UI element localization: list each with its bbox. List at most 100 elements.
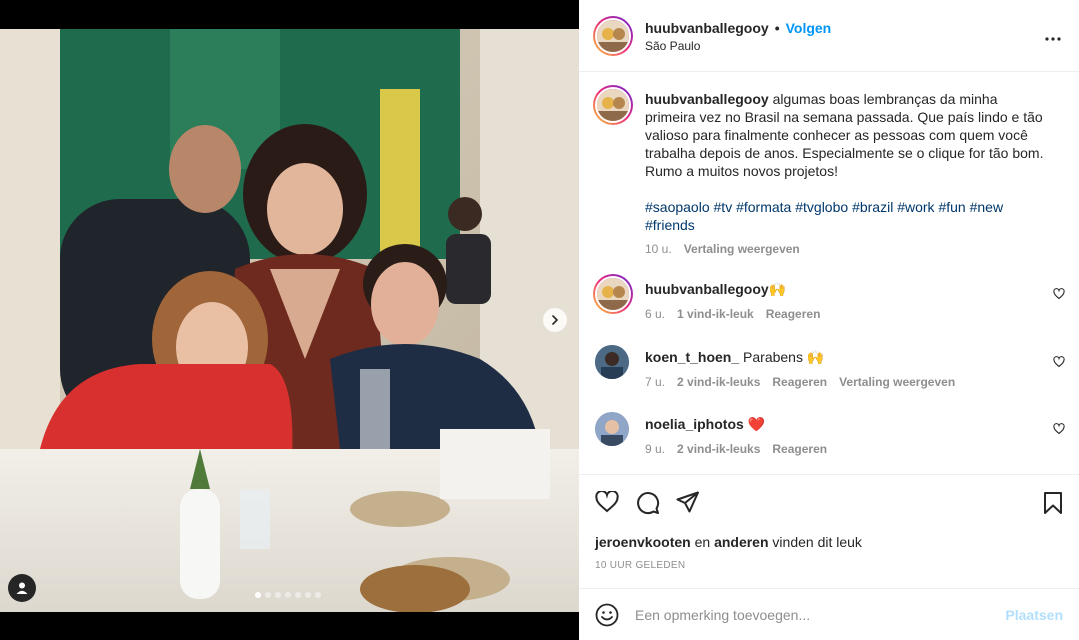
caption-meta: 10 u. Vertaling weergeven bbox=[645, 240, 1045, 258]
likes-suffix: vinden dit leuk bbox=[772, 534, 862, 550]
likes-others-link[interactable]: anderen bbox=[714, 534, 768, 550]
post-photo bbox=[0, 29, 579, 612]
post-date[interactable]: 10 UUR GELEDEN bbox=[595, 560, 685, 571]
commenter-avatar[interactable] bbox=[595, 345, 629, 379]
comment-text: 🙌 bbox=[768, 281, 787, 297]
hashtag-link[interactable]: #brazil bbox=[852, 199, 893, 215]
reply-button[interactable]: Reageren bbox=[772, 373, 827, 391]
comment-username[interactable]: noelia_iphotos bbox=[645, 416, 744, 432]
follow-button[interactable]: Volgen bbox=[786, 20, 832, 36]
comment-text: Parabens 🙌 bbox=[743, 349, 825, 365]
user-tag-icon bbox=[16, 582, 28, 594]
carousel-dot bbox=[285, 592, 291, 598]
comment-body: huubvanballegooy🙌 6 u. 1 vind-ik-leuk Re… bbox=[645, 280, 1035, 323]
carousel-dot bbox=[255, 592, 261, 598]
comment-likes[interactable]: 1 vind-ik-leuk bbox=[677, 305, 754, 323]
comment-input[interactable] bbox=[635, 599, 1005, 631]
comment-username[interactable]: koen_t_hoen_ bbox=[645, 349, 739, 365]
comment-like-button[interactable] bbox=[1053, 287, 1065, 303]
heart-icon bbox=[1053, 356, 1065, 368]
carousel-dot bbox=[265, 592, 271, 598]
hashtag-link[interactable]: #new bbox=[970, 199, 1003, 215]
reply-button[interactable]: Reageren bbox=[772, 440, 827, 458]
caption-username[interactable]: huubvanballegooy bbox=[645, 91, 769, 107]
comment-likes[interactable]: 2 vind-ik-leuks bbox=[677, 440, 760, 458]
photo-image bbox=[0, 29, 579, 612]
carousel-indicator bbox=[255, 592, 321, 598]
carousel-dot bbox=[295, 592, 301, 598]
more-icon bbox=[1045, 37, 1061, 41]
post-caption: huubvanballegooy algumas boas lembranças… bbox=[645, 90, 1045, 258]
hashtag-link[interactable]: #fun bbox=[938, 199, 965, 215]
liker-username[interactable]: jeroenvkooten bbox=[595, 534, 691, 550]
comment-time[interactable]: 9 u. bbox=[645, 440, 665, 458]
hashtag-list: #saopaolo #tv #formata #tvglobo #brazil … bbox=[645, 198, 1045, 234]
avatar-image bbox=[597, 89, 629, 121]
more-options-button[interactable] bbox=[1045, 28, 1061, 44]
caption-avatar[interactable] bbox=[593, 85, 633, 125]
hashtag-link[interactable]: #saopaolo bbox=[645, 199, 710, 215]
comment-body: noelia_iphotos ❤️ 9 u. 2 vind-ik-leuks R… bbox=[645, 415, 1035, 458]
emoji-button[interactable] bbox=[595, 603, 619, 630]
likes-summary: jeroenvkooten en anderen vinden dit leuk bbox=[595, 534, 862, 550]
comment-item: huubvanballegooy🙌 6 u. 1 vind-ik-leuk Re… bbox=[579, 274, 1079, 334]
author-username[interactable]: huubvanballegooy bbox=[645, 20, 769, 36]
comment-icon bbox=[637, 492, 660, 515]
avatar-image bbox=[597, 20, 629, 52]
post-media bbox=[0, 0, 579, 640]
heart-icon bbox=[1053, 288, 1065, 300]
hashtag-link[interactable]: #tvglobo bbox=[795, 199, 848, 215]
separator-dot: • bbox=[774, 20, 780, 36]
comment-username[interactable]: huubvanballegooy bbox=[645, 281, 769, 297]
commenter-avatar[interactable] bbox=[593, 274, 633, 314]
heart-icon bbox=[1053, 423, 1065, 435]
hashtag-link[interactable]: #formata bbox=[736, 199, 791, 215]
bookmark-icon bbox=[1044, 492, 1062, 514]
avatar-image bbox=[595, 412, 629, 446]
carousel-dot bbox=[305, 592, 311, 598]
comment-item: koen_t_hoen_ Parabens 🙌 7 u. 2 vind-ik-l… bbox=[579, 342, 1079, 402]
comment-time[interactable]: 6 u. bbox=[645, 305, 665, 323]
user-tags-button[interactable] bbox=[8, 574, 36, 602]
comment-time[interactable]: 7 u. bbox=[645, 373, 665, 391]
carousel-dot bbox=[275, 592, 281, 598]
save-button[interactable] bbox=[1043, 491, 1063, 518]
emoji-icon bbox=[595, 603, 619, 627]
reply-button[interactable]: Reageren bbox=[766, 305, 821, 323]
avatar-image bbox=[595, 345, 629, 379]
comment-likes[interactable]: 2 vind-ik-leuks bbox=[677, 373, 760, 391]
post-header: huubvanballegooy • Volgen São Paulo bbox=[579, 0, 1079, 72]
post-location[interactable]: São Paulo bbox=[645, 39, 700, 53]
comment-item: noelia_iphotos ❤️ 9 u. 2 vind-ik-leuks R… bbox=[579, 409, 1079, 469]
comments-list[interactable]: huubvanballegooy algumas boas lembranças… bbox=[579, 72, 1079, 474]
like-button[interactable] bbox=[595, 489, 619, 516]
commenter-avatar[interactable] bbox=[595, 412, 629, 446]
share-icon bbox=[676, 491, 699, 513]
header-user-line: huubvanballegooy • Volgen bbox=[645, 20, 831, 36]
translate-link[interactable]: Vertaling weergeven bbox=[684, 240, 800, 258]
caption-time[interactable]: 10 u. bbox=[645, 240, 672, 258]
comment-body: koen_t_hoen_ Parabens 🙌 7 u. 2 vind-ik-l… bbox=[645, 348, 1035, 391]
carousel-dot bbox=[315, 592, 321, 598]
comment-like-button[interactable] bbox=[1053, 422, 1065, 438]
share-button[interactable] bbox=[676, 491, 700, 516]
next-icon bbox=[552, 315, 559, 325]
post-comment-button[interactable]: Plaatsen bbox=[1005, 607, 1063, 623]
comment-like-button[interactable] bbox=[1053, 355, 1065, 371]
avatar-image bbox=[597, 278, 629, 310]
heart-icon bbox=[595, 489, 619, 513]
add-comment-bar: Plaatsen bbox=[579, 588, 1079, 640]
comment-meta: 6 u. 1 vind-ik-leuk Reageren bbox=[645, 305, 1035, 323]
hashtag-link[interactable]: #friends bbox=[645, 217, 695, 233]
translate-link[interactable]: Vertaling weergeven bbox=[839, 373, 955, 391]
post-sidebar: huubvanballegooy • Volgen São Paulo huub… bbox=[579, 0, 1079, 640]
hashtag-link[interactable]: #work bbox=[897, 199, 934, 215]
hashtag-link[interactable]: #tv bbox=[714, 199, 733, 215]
comment-meta: 7 u. 2 vind-ik-leuks Reageren Vertaling … bbox=[645, 373, 1035, 391]
next-slide-button[interactable] bbox=[543, 308, 567, 332]
comment-meta: 9 u. 2 vind-ik-leuks Reageren bbox=[645, 440, 1035, 458]
comment-text: ❤️ bbox=[747, 416, 766, 432]
author-avatar[interactable] bbox=[593, 16, 633, 56]
comment-button[interactable] bbox=[636, 491, 660, 518]
likes-connector: en bbox=[694, 534, 711, 550]
